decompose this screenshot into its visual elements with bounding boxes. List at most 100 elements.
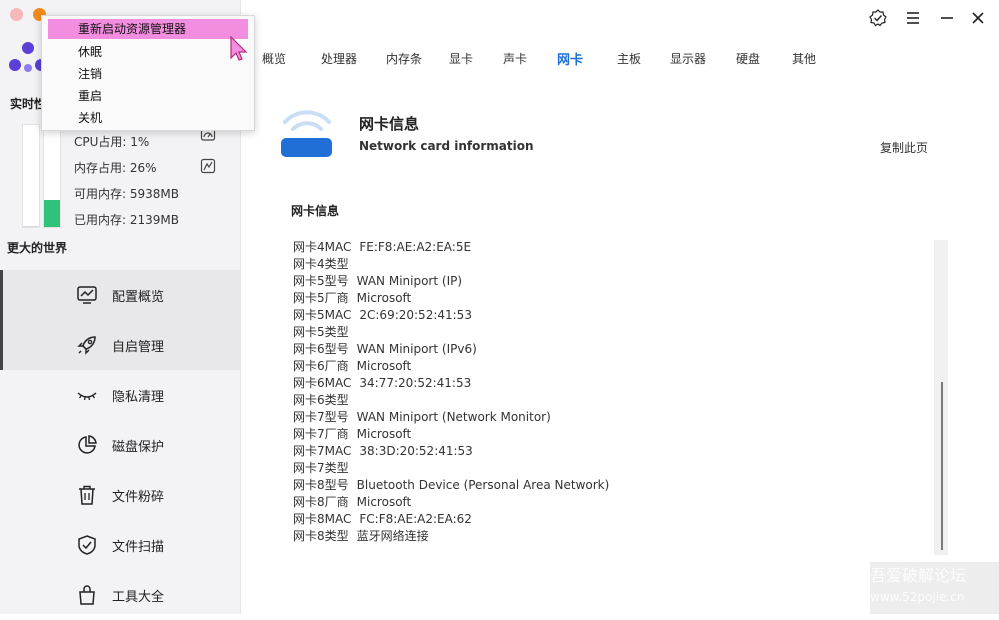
info-row: 网卡8厂商 Microsoft bbox=[293, 494, 609, 511]
info-key: 网卡7MAC bbox=[293, 444, 352, 458]
info-value: WAN Miniport (IP) bbox=[356, 274, 463, 288]
nav-toolbox[interactable]: 工具大全 bbox=[0, 570, 240, 620]
info-row: 网卡8类型 蓝牙网络连接 bbox=[293, 528, 609, 545]
watermark-line1: 吾爱破解论坛 bbox=[870, 566, 967, 585]
info-key: 网卡5类型 bbox=[293, 325, 349, 339]
mouse-cursor-icon bbox=[230, 36, 248, 61]
scrollbar-thumb[interactable] bbox=[941, 382, 943, 550]
info-value: FC:F8:AE:A2:EA:62 bbox=[359, 512, 472, 526]
memory-usage-text: 内存占用: 26% bbox=[74, 161, 157, 175]
nav-startup-manager[interactable]: 自启管理 bbox=[0, 320, 240, 370]
shield-check-icon bbox=[78, 535, 96, 555]
info-value: 34:77:20:52:41:53 bbox=[359, 376, 472, 390]
info-key: 网卡8型号 bbox=[293, 478, 349, 492]
memory-usage-fill bbox=[44, 200, 60, 227]
info-row: 网卡7型号 WAN Miniport (Network Monitor) bbox=[293, 409, 609, 426]
info-row: 网卡7类型 bbox=[293, 460, 609, 477]
info-row: 网卡7MAC 38:3D:20:52:41:53 bbox=[293, 443, 609, 460]
cpu-usage-bar bbox=[22, 124, 40, 228]
nav-label: 磁盘保护 bbox=[112, 439, 165, 455]
nav-label: 文件粉碎 bbox=[112, 489, 165, 505]
wifi-card-icon bbox=[281, 110, 332, 157]
tab-sound[interactable]: 声卡 bbox=[503, 50, 527, 67]
info-key: 网卡7厂商 bbox=[293, 427, 349, 441]
info-row: 网卡5型号 WAN Miniport (IP) bbox=[293, 273, 609, 290]
pie-chart-icon bbox=[78, 435, 97, 454]
page-subtitle: Network card information bbox=[359, 139, 534, 153]
nav-config-overview[interactable]: 配置概览 bbox=[0, 270, 240, 320]
info-key: 网卡6MAC bbox=[293, 376, 352, 390]
cpu-usage-text: CPU占用: 1% bbox=[74, 135, 150, 149]
info-value: 2C:69:20:52:41:53 bbox=[359, 308, 472, 322]
nav-label: 自启管理 bbox=[112, 339, 165, 355]
info-row: 网卡5MAC 2C:69:20:52:41:53 bbox=[293, 307, 609, 324]
nav-privacy-cleanup[interactable]: 隐私清理 bbox=[0, 370, 240, 420]
info-row: 网卡8型号 Bluetooth Device (Personal Area Net… bbox=[293, 477, 609, 494]
info-key: 网卡7型号 bbox=[293, 410, 349, 424]
info-value: WAN Miniport (Network Monitor) bbox=[356, 410, 551, 424]
tab-network[interactable]: 网卡 bbox=[557, 49, 583, 68]
info-row: 网卡6MAC 34:77:20:52:41:53 bbox=[293, 375, 609, 392]
close-icon[interactable] bbox=[969, 9, 987, 27]
info-key: 网卡4类型 bbox=[293, 257, 349, 271]
info-key: 网卡4MAC bbox=[293, 240, 352, 254]
window-close-dot[interactable] bbox=[10, 8, 23, 21]
info-value: Microsoft bbox=[356, 291, 412, 305]
info-row: 网卡4MAC FE:F8:AE:A2:EA:5E bbox=[293, 239, 609, 256]
network-info-list: 网卡4MAC FE:F8:AE:A2:EA:5E 网卡4类型网卡5型号 WAN Min… bbox=[293, 239, 609, 545]
tab-memory[interactable]: 内存条 bbox=[386, 50, 422, 67]
info-key: 网卡6类型 bbox=[293, 393, 349, 407]
menu-item-restart-explorer[interactable]: 重新启动资源管理器 bbox=[48, 19, 248, 39]
tab-graphics[interactable]: 显卡 bbox=[449, 50, 473, 67]
tab-overview[interactable]: 概览 bbox=[262, 50, 286, 67]
info-key: 网卡8类型 bbox=[293, 529, 349, 543]
info-row: 网卡5类型 bbox=[293, 324, 609, 341]
info-row: 网卡4类型 bbox=[293, 256, 609, 273]
copy-page-button[interactable]: 复制此页 bbox=[880, 139, 928, 156]
slogan: 更大的世界 bbox=[7, 241, 68, 255]
info-row: 网卡6厂商 Microsoft bbox=[293, 358, 609, 375]
minimize-icon[interactable] bbox=[938, 9, 956, 27]
info-key: 网卡6型号 bbox=[293, 342, 349, 356]
menu-item-shutdown[interactable]: 关机 bbox=[78, 109, 102, 126]
cpu-usage-fill bbox=[23, 225, 39, 227]
info-row: 网卡6型号 WAN Miniport (IPv6) bbox=[293, 341, 609, 358]
info-value: Microsoft bbox=[356, 427, 412, 441]
info-value: 蓝牙网络连接 bbox=[356, 529, 429, 543]
watermark: 吾爱破解论坛 www.52pojie.cn bbox=[870, 562, 999, 614]
info-value: Bluetooth Device (Personal Area Network) bbox=[356, 478, 610, 492]
monitor-chart-icon bbox=[77, 286, 97, 304]
eye-closed-icon bbox=[77, 392, 97, 401]
list-title: 网卡信息 bbox=[291, 204, 340, 218]
memory-gauge-icon[interactable] bbox=[200, 158, 216, 174]
tab-motherboard[interactable]: 主板 bbox=[617, 50, 641, 67]
nav-file-scan[interactable]: 文件扫描 bbox=[0, 520, 240, 570]
info-key: 网卡5型号 bbox=[293, 274, 349, 288]
memory-usage-bar bbox=[43, 124, 61, 228]
available-memory-text: 可用内存: 5938MB bbox=[74, 187, 179, 201]
nav-disk-protection[interactable]: 磁盘保护 bbox=[0, 420, 240, 470]
info-value: FE:F8:AE:A2:EA:5E bbox=[359, 240, 472, 254]
tab-processor[interactable]: 处理器 bbox=[321, 50, 357, 67]
nav-label: 工具大全 bbox=[112, 589, 165, 605]
tab-disk[interactable]: 硬盘 bbox=[736, 50, 760, 67]
rocket-icon bbox=[77, 336, 96, 355]
tab-display[interactable]: 显示器 bbox=[670, 50, 706, 67]
used-memory-text: 已用内存: 2139MB bbox=[74, 213, 179, 227]
menu-icon[interactable] bbox=[904, 9, 922, 27]
tab-other[interactable]: 其他 bbox=[792, 50, 816, 67]
nav-file-shredder[interactable]: 文件粉碎 bbox=[0, 470, 240, 520]
menu-item-logout[interactable]: 注销 bbox=[78, 65, 102, 82]
watermark-line2: www.52pojie.cn bbox=[870, 590, 965, 604]
info-key: 网卡5MAC bbox=[293, 308, 352, 322]
info-key: 网卡8MAC bbox=[293, 512, 352, 526]
menu-item-restart[interactable]: 重启 bbox=[78, 87, 102, 104]
menu-item-hibernate[interactable]: 休眠 bbox=[78, 43, 102, 60]
page-title: 网卡信息 bbox=[359, 115, 420, 133]
info-row: 网卡8MAC FC:F8:AE:A2:EA:62 bbox=[293, 511, 609, 528]
info-key: 网卡7类型 bbox=[293, 461, 349, 475]
info-value: 38:3D:20:52:41:53 bbox=[359, 444, 473, 458]
info-value: Microsoft bbox=[356, 359, 412, 373]
trash-icon bbox=[79, 485, 95, 505]
badge-check-icon[interactable] bbox=[869, 9, 887, 27]
